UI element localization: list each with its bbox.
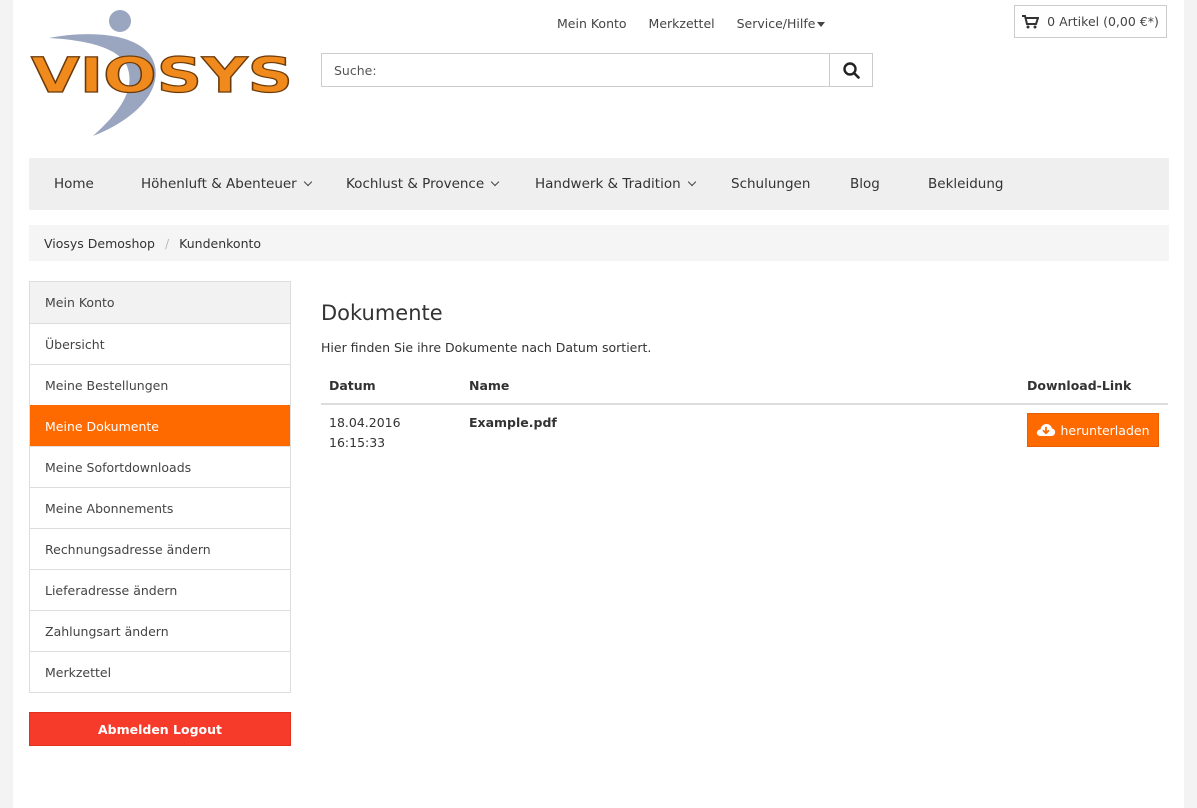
nav-item-home[interactable]: Home (54, 176, 94, 192)
column-header-date: Datum (329, 378, 376, 393)
sidebar-item-downloads[interactable]: Meine Sofortdownloads (30, 446, 290, 487)
sidebar-item-overview[interactable]: Übersicht (30, 323, 290, 364)
logo-text: VIOSYS (31, 48, 293, 104)
wishlist-link[interactable]: Merkzettel (649, 16, 715, 31)
sidebar-item-orders[interactable]: Meine Bestellungen (30, 364, 290, 405)
sidebar-heading: Mein Konto (30, 282, 290, 323)
top-links: Mein Konto Merkzettel Service/Hilfe (557, 16, 843, 31)
nav-item-schulungen[interactable]: Schulungen (731, 176, 810, 192)
breadcrumb-home[interactable]: Viosys Demoshop (44, 236, 155, 251)
sidebar-item-payment[interactable]: Zahlungsart ändern (30, 610, 290, 651)
cloud-download-icon (1037, 424, 1056, 436)
row-date: 18.04.2016 (329, 415, 401, 430)
nav-item-kochlust[interactable]: Kochlust & Provence (346, 176, 500, 192)
page-subtitle: Hier finden Sie ihre Dokumente nach Datu… (321, 340, 652, 355)
account-sidebar: Mein Konto Übersicht Meine Bestellungen … (29, 281, 291, 693)
row-filename: Example.pdf (469, 415, 557, 430)
nav-item-blog[interactable]: Blog (850, 176, 880, 192)
cart-label: 0 Artikel (0,00 €*) (1047, 14, 1159, 29)
sidebar-item-wishlist[interactable]: Merkzettel (30, 651, 290, 692)
viosys-logo[interactable]: VIOSYS (29, 4, 295, 138)
header-divider (321, 403, 1168, 405)
search-input[interactable] (322, 54, 829, 86)
breadcrumb-separator: / (164, 235, 170, 251)
cart-button[interactable]: 0 Artikel (0,00 €*) (1014, 5, 1167, 38)
cart-icon (1022, 14, 1040, 28)
nav-item-label: Bekleidung (928, 176, 1004, 192)
nav-item-bekleidung[interactable]: Bekleidung (928, 176, 1003, 192)
sidebar-item-shipping-address[interactable]: Lieferadresse ändern (30, 569, 290, 610)
chevron-down-icon (687, 177, 696, 187)
chevron-down-icon (490, 177, 500, 187)
search-icon (842, 61, 860, 79)
nav-item-hoehenluft[interactable]: Höhenluft & Abenteuer (141, 176, 312, 192)
nav-item-handwerk[interactable]: Handwerk & Tradition (535, 176, 696, 192)
service-menu[interactable]: Service/Hilfe (737, 16, 826, 31)
caret-down-icon (817, 22, 826, 27)
search-button[interactable] (829, 54, 872, 86)
main-nav: Home Höhenluft & Abenteuer Kochlust & Pr… (29, 158, 1169, 210)
column-header-name: Name (469, 378, 510, 393)
column-header-download: Download-Link (1027, 378, 1132, 393)
page-title: Dokumente (321, 301, 443, 325)
row-datetime: 18.04.2016 16:15:33 (329, 413, 401, 453)
page: VIOSYS Mein Konto Merkzettel Service/Hil… (13, 0, 1184, 808)
my-account-link[interactable]: Mein Konto (557, 16, 627, 31)
nav-item-label: Handwerk & Tradition (535, 176, 681, 192)
nav-item-label: Home (54, 176, 94, 192)
service-label: Service/Hilfe (736, 16, 816, 31)
row-time: 16:15:33 (329, 435, 386, 450)
search-bar (321, 53, 873, 87)
logout-button[interactable]: Abmelden Logout (29, 712, 291, 746)
nav-item-label: Kochlust & Provence (346, 176, 485, 192)
download-button[interactable]: herunterladen (1027, 413, 1159, 447)
sidebar-item-documents[interactable]: Meine Dokumente (30, 405, 290, 446)
nav-item-label: Blog (850, 176, 880, 192)
download-button-label: herunterladen (1060, 422, 1150, 438)
chevron-down-icon (303, 177, 312, 187)
nav-item-label: Höhenluft & Abenteuer (141, 176, 297, 192)
breadcrumb-current[interactable]: Kundenkonto (179, 236, 261, 251)
nav-item-label: Schulungen (731, 176, 811, 192)
breadcrumb: Viosys Demoshop / Kundenkonto (29, 225, 1169, 261)
sidebar-item-subscriptions[interactable]: Meine Abonnements (30, 487, 290, 528)
sidebar-item-billing-address[interactable]: Rechnungsadresse ändern (30, 528, 290, 569)
